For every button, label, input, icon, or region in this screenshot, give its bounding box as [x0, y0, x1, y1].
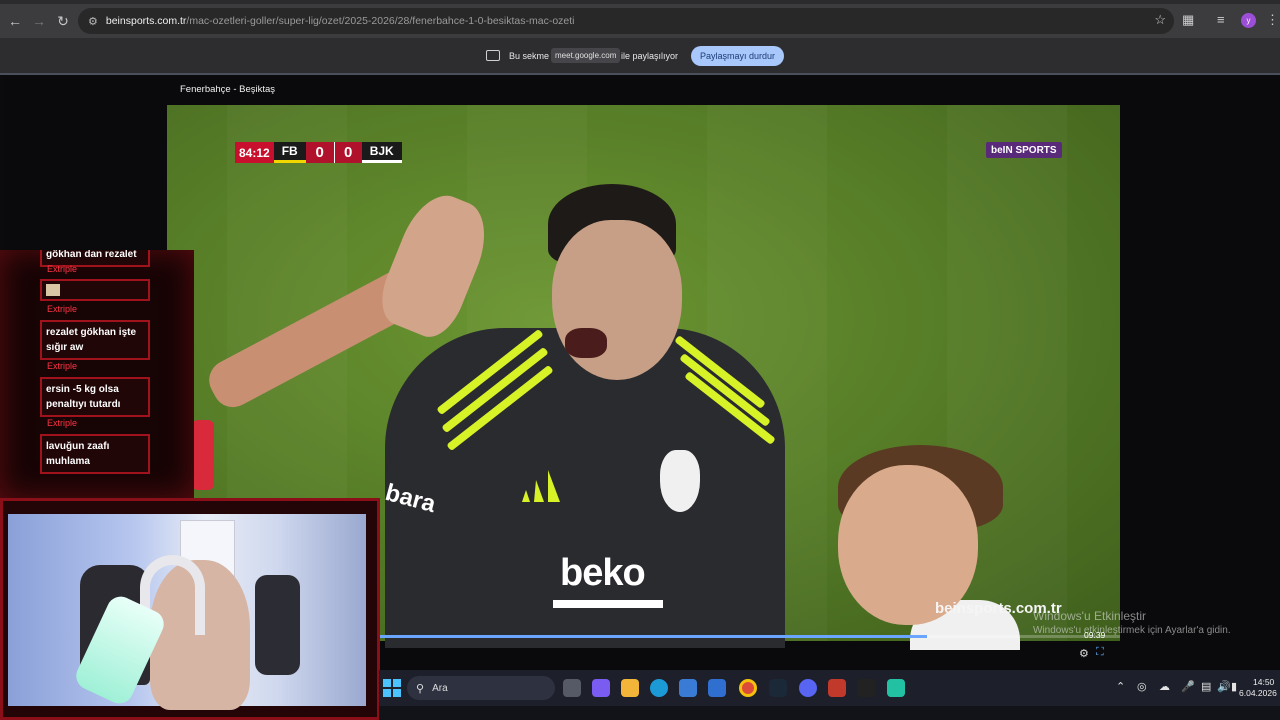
- share-suffix-text: ile paylaşılıyor: [621, 51, 679, 61]
- chat-message: ersin -5 kg olsa penaltıyı tutardı: [40, 377, 150, 417]
- video-progress-fill: [379, 635, 928, 638]
- reload-icon[interactable]: ↻: [51, 9, 75, 33]
- goalkeeper-mouth: [565, 328, 607, 358]
- channel-logo: beIN SPORTS: [986, 142, 1062, 158]
- settings-icon[interactable]: ⚙: [1079, 647, 1089, 660]
- chat-username: Extriple: [47, 418, 78, 428]
- task-view-icon[interactable]: [563, 679, 581, 697]
- emote-icon: [46, 284, 60, 296]
- file-explorer-icon[interactable]: [621, 679, 639, 697]
- away-score: 0: [333, 142, 362, 163]
- url-path: /mac-ozetleri-goller/super-lig/ozet/2025…: [186, 15, 575, 27]
- chat-message: rezalet gökhan işte sığır aw: [40, 320, 150, 360]
- video-title: Fenerbahçe - Beşiktaş: [180, 84, 276, 95]
- screen-share-icon: [486, 50, 500, 61]
- chat-username: Extriple: [47, 304, 78, 314]
- away-team: BJK: [361, 142, 402, 163]
- volume-icon[interactable]: 🔊: [1217, 680, 1231, 693]
- start-button[interactable]: [383, 679, 401, 697]
- store-icon[interactable]: [679, 679, 697, 697]
- stream-chat-overlay: gökhan dan rezalet Extriple Extriple rez…: [0, 250, 194, 498]
- home-score: 0: [305, 142, 334, 163]
- forward-icon[interactable]: →: [27, 9, 51, 33]
- clock-date[interactable]: 6.04.2026: [1239, 688, 1277, 698]
- windows-activation-title: Windows'u Etkinleştir: [1033, 609, 1146, 623]
- video-elapsed-time: 09:39: [1084, 630, 1106, 640]
- network-icon[interactable]: ▤: [1201, 680, 1211, 693]
- sponsor-underline: [553, 600, 663, 608]
- match-clock: 84:12: [235, 142, 274, 163]
- home-team: FB: [273, 142, 306, 163]
- back-icon[interactable]: ←: [3, 9, 27, 33]
- jersey-stripe: [441, 346, 549, 434]
- onedrive-icon[interactable]: ☁: [1159, 680, 1170, 693]
- profile-avatar[interactable]: y: [1241, 13, 1256, 28]
- video-progress-bar[interactable]: [379, 635, 1120, 638]
- photos-icon[interactable]: [708, 679, 726, 697]
- webcam-gaming-chair: [255, 575, 300, 675]
- search-icon: ⚲: [416, 682, 425, 695]
- chat-username: Extriple: [47, 264, 78, 274]
- share-prefix-text: Bu sekme: [509, 51, 550, 61]
- clock-time[interactable]: 14:50: [1253, 677, 1274, 687]
- address-bar[interactable]: ⚙ beinsports.com.tr/mac-ozetleri-goller/…: [78, 8, 1174, 34]
- player-sleeve: [192, 420, 214, 490]
- jersey-stripe: [436, 328, 544, 416]
- media-control-icon[interactable]: ≡: [1217, 12, 1225, 27]
- share-host-chip: meet.google.com: [551, 48, 621, 63]
- besiktas-crest-icon: [660, 450, 700, 512]
- jersey-stripe: [446, 364, 554, 452]
- chat-message: [40, 279, 150, 301]
- chat-username: Extriple: [47, 361, 78, 371]
- game-launcher-icon[interactable]: [857, 679, 875, 697]
- taskbar-search[interactable]: ⚲ Ara: [407, 676, 555, 700]
- adidas-logo-icon: [522, 470, 560, 502]
- app-icon[interactable]: [887, 679, 905, 697]
- chat-message: lavuğun zaafı muhlama: [40, 434, 150, 474]
- copilot-icon[interactable]: [592, 679, 610, 697]
- shirt-sponsor: beko: [560, 552, 646, 594]
- bookmark-star-icon[interactable]: ☆: [1154, 12, 1166, 28]
- taskbar-search-label: Ara: [432, 682, 448, 694]
- battery-icon[interactable]: ▮: [1231, 680, 1237, 693]
- url-host: beinsports.com.tr: [105, 15, 187, 27]
- scoreboard: 84:12 FB 0 0 BJK: [235, 142, 402, 163]
- windows-taskbar: ⚲ Ara ⌃ ◎ ☁ 🎤 ▤ 🔊 ▮ 14:50 6.04.2026: [379, 670, 1280, 706]
- menu-icon[interactable]: ⋮: [1266, 12, 1279, 28]
- goalkeeper-face: [552, 220, 682, 380]
- fullscreen-icon[interactable]: ⛶: [1096, 646, 1104, 659]
- browser-toolbar: ← → ↻ ⚙ beinsports.com.tr/mac-ozetleri-g…: [0, 4, 1280, 38]
- extensions-icon[interactable]: ▦: [1182, 12, 1194, 28]
- bottom-strip: [379, 706, 1280, 720]
- discord-icon[interactable]: [799, 679, 817, 697]
- site-info-icon[interactable]: ⚙: [88, 15, 98, 28]
- shield-icon[interactable]: [828, 679, 846, 697]
- edge-icon[interactable]: [650, 679, 668, 697]
- microphone-tray-icon[interactable]: 🎤: [1181, 680, 1195, 693]
- steam-icon[interactable]: [769, 679, 787, 697]
- tray-chevron-up-icon[interactable]: ⌃: [1116, 680, 1125, 693]
- tray-app-icon[interactable]: ◎: [1137, 680, 1147, 693]
- chrome-icon[interactable]: [739, 679, 757, 697]
- stop-sharing-button[interactable]: Paylaşmayı durdur: [691, 46, 785, 66]
- tab-sharing-bar: Bu sekme meet.google.com ile paylaşılıyo…: [0, 38, 1280, 75]
